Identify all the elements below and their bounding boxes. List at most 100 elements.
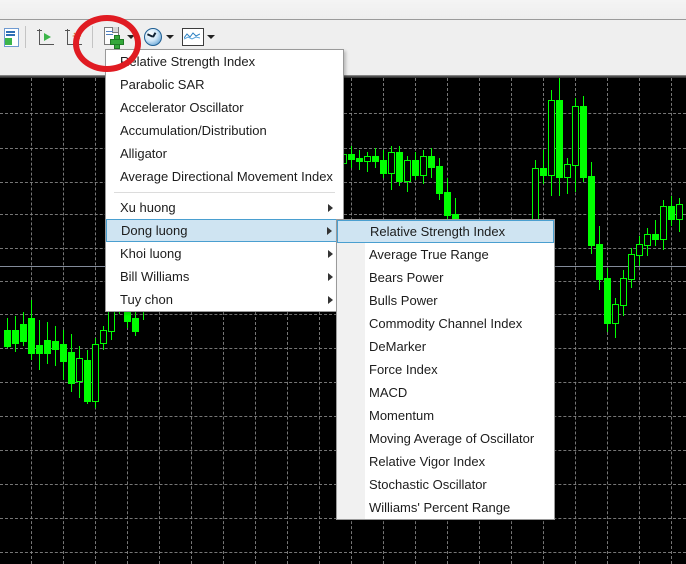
indicators-menu[interactable]: Relative Strength Index Parabolic SAR Acce… bbox=[105, 49, 344, 312]
menu-item-label: Tuy chon bbox=[120, 292, 173, 307]
candlestick bbox=[4, 318, 11, 348]
menu-item-parabolic-sar[interactable]: Parabolic SAR bbox=[106, 73, 343, 96]
candle-body bbox=[564, 164, 571, 178]
menu-item-label: Parabolic SAR bbox=[120, 77, 205, 92]
mt4-chart-window: ✳ Relative Strength Index Parabolic SAR … bbox=[0, 0, 686, 564]
menu-item-label: Relative Vigor Index bbox=[369, 454, 486, 469]
candle-body bbox=[92, 344, 99, 402]
candle-body bbox=[620, 278, 627, 306]
menu-item-tuy-chon[interactable]: Tuy chon bbox=[106, 288, 343, 311]
templates-dropdown-caret[interactable] bbox=[206, 35, 215, 39]
candlestick bbox=[596, 226, 603, 290]
candlestick bbox=[12, 316, 19, 352]
candlestick bbox=[564, 158, 571, 194]
candle-body bbox=[644, 234, 651, 246]
candle-body bbox=[580, 106, 587, 178]
candle-body bbox=[412, 160, 419, 176]
submenu-arrow-icon bbox=[327, 226, 332, 235]
submenu-arrow-icon bbox=[328, 203, 333, 212]
menu-item-relative-strength-index[interactable]: Relative Strength Index bbox=[106, 50, 343, 73]
candle-body bbox=[596, 244, 603, 280]
menu-item-label: Relative Strength Index bbox=[370, 224, 506, 239]
documents-icon[interactable] bbox=[2, 24, 20, 50]
candle-body bbox=[84, 360, 91, 402]
chart-gridline-vertical bbox=[95, 78, 96, 564]
menu-item-label: Moving Average of Oscillator bbox=[369, 431, 535, 446]
candlestick bbox=[556, 78, 563, 196]
candlestick bbox=[644, 228, 651, 256]
menu-item-alligator[interactable]: Alligator bbox=[106, 142, 343, 165]
candlestick bbox=[604, 268, 611, 332]
menu-item-label: Williams' Percent Range bbox=[369, 500, 511, 515]
menu-item-force-index[interactable]: Force Index bbox=[337, 358, 554, 381]
candlestick bbox=[76, 346, 83, 398]
documents-glyph bbox=[4, 28, 19, 47]
menu-item-moving-average-of-oscillator[interactable]: Moving Average of Oscillator bbox=[337, 427, 554, 450]
candle-body bbox=[60, 344, 67, 362]
candlestick bbox=[20, 312, 27, 346]
candle-body bbox=[652, 234, 659, 240]
menu-item-xu-huong[interactable]: Xu huong bbox=[106, 196, 343, 219]
menu-item-williams-percent-range[interactable]: Williams' Percent Range bbox=[337, 496, 554, 519]
menu-item-bill-williams[interactable]: Bill Williams bbox=[106, 265, 343, 288]
candle-wick bbox=[367, 152, 368, 172]
menu-item-label: Momentum bbox=[369, 408, 435, 423]
candlestick bbox=[388, 146, 395, 190]
menu-item-accumulation-distribution[interactable]: Accumulation/Distribution bbox=[106, 119, 343, 142]
candle-body bbox=[44, 340, 51, 354]
menu-item-accelerator-oscillator[interactable]: Accelerator Oscillator bbox=[106, 96, 343, 119]
candle-body bbox=[436, 166, 443, 194]
menu-item-label: Average True Range bbox=[369, 247, 489, 262]
menu-item-dong-luong[interactable]: Dong luong bbox=[106, 219, 343, 242]
candle-body bbox=[380, 160, 387, 174]
menu-item-average-true-range[interactable]: Average True Range bbox=[337, 243, 554, 266]
candle-body bbox=[428, 156, 435, 168]
submenu-arrow-icon bbox=[328, 249, 333, 258]
menu-item-label: Alligator bbox=[120, 146, 167, 161]
menu-item-label: DeMarker bbox=[369, 339, 427, 354]
menu-item-bears-power[interactable]: Bears Power bbox=[337, 266, 554, 289]
menu-item-macd[interactable]: MACD bbox=[337, 381, 554, 404]
submenu-arrow-icon bbox=[328, 295, 333, 304]
menu-item-relative-strength-index[interactable]: Relative Strength Index bbox=[337, 220, 554, 243]
crosshair-axis-play-icon[interactable] bbox=[31, 24, 59, 50]
menu-item-label: Force Index bbox=[369, 362, 438, 377]
candlestick bbox=[44, 322, 51, 364]
candlestick bbox=[52, 326, 59, 366]
candlestick bbox=[380, 150, 387, 178]
menu-item-relative-vigor-index[interactable]: Relative Vigor Index bbox=[337, 450, 554, 473]
candlestick bbox=[364, 152, 371, 172]
oscillators-submenu[interactable]: Relative Strength Index Average True Rang… bbox=[336, 219, 555, 520]
candlestick bbox=[540, 150, 547, 184]
clock-icon[interactable] bbox=[138, 24, 178, 50]
candle-body bbox=[396, 152, 403, 182]
candlestick bbox=[428, 148, 435, 178]
candlestick bbox=[676, 198, 683, 232]
candle-body bbox=[660, 206, 667, 240]
candle-body bbox=[636, 244, 643, 256]
menu-item-average-directional-movement-index[interactable]: Average Directional Movement Index bbox=[106, 165, 343, 188]
menu-item-label: Dong luong bbox=[121, 223, 188, 238]
candlestick bbox=[92, 338, 99, 408]
menu-item-stochastic-oscillator[interactable]: Stochastic Oscillator bbox=[337, 473, 554, 496]
candle-body bbox=[548, 100, 555, 176]
menu-item-commodity-channel-index[interactable]: Commodity Channel Index bbox=[337, 312, 554, 335]
candlestick bbox=[36, 320, 43, 370]
menu-item-momentum[interactable]: Momentum bbox=[337, 404, 554, 427]
menu-item-khoi-luong[interactable]: Khoi luong bbox=[106, 242, 343, 265]
chart-gridline-horizontal bbox=[0, 552, 686, 553]
submenu-arrow-icon bbox=[328, 272, 333, 281]
menu-item-demarker[interactable]: DeMarker bbox=[337, 335, 554, 358]
menu-item-bulls-power[interactable]: Bulls Power bbox=[337, 289, 554, 312]
chart-gridline-vertical bbox=[671, 78, 672, 564]
candlestick bbox=[404, 156, 411, 192]
periods-dropdown-caret[interactable] bbox=[165, 35, 174, 39]
candle-body bbox=[4, 330, 11, 347]
menu-item-label: MACD bbox=[369, 385, 408, 400]
candle-body bbox=[36, 345, 43, 354]
candle-body bbox=[420, 156, 427, 176]
chart-window-icon[interactable] bbox=[178, 24, 218, 50]
chart-gridline-vertical bbox=[639, 78, 640, 564]
candle-body bbox=[556, 100, 563, 178]
candlestick bbox=[620, 270, 627, 316]
